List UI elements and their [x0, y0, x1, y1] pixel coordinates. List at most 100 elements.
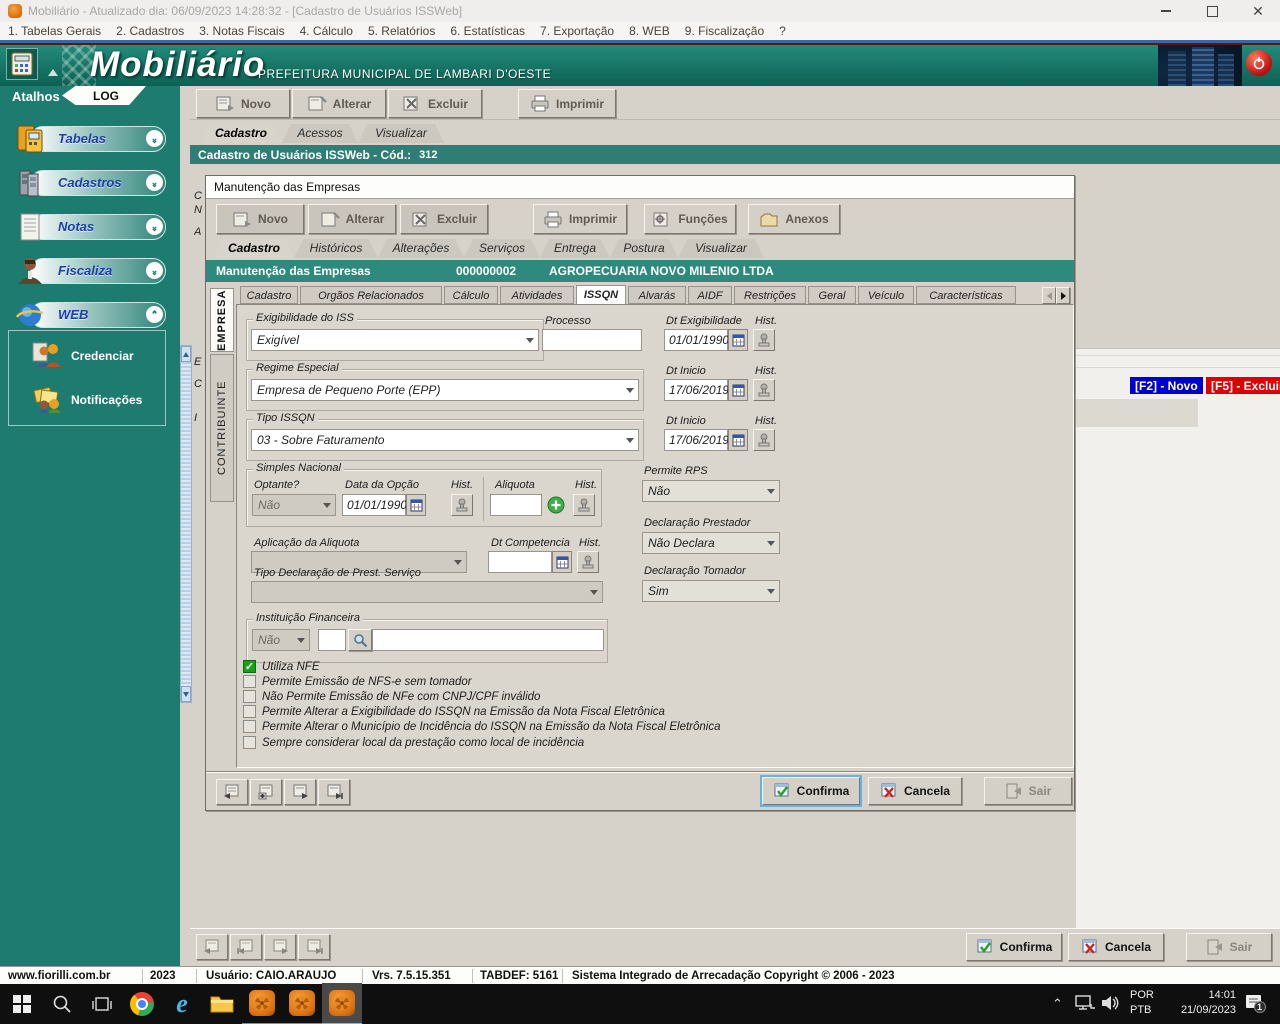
internet-explorer-icon[interactable]: e — [162, 984, 202, 1024]
dialog-tab-postura[interactable]: Postura — [610, 239, 678, 258]
task-view-icon[interactable] — [82, 984, 122, 1024]
outer-nav-first-button[interactable] — [196, 934, 228, 960]
chevron-down-icon[interactable]: ⌄ ⌄ — [146, 174, 163, 191]
optante-select[interactable]: Não — [252, 494, 336, 516]
background-vertical-scrollbar[interactable] — [180, 345, 192, 703]
sidebar-item-notas[interactable]: Notas ⌄ ⌄ — [0, 210, 180, 244]
exigibilidade-select[interactable]: Exigível — [251, 329, 539, 351]
page-tab-aidf[interactable]: AIDF — [688, 286, 732, 304]
nav-first-record-button[interactable] — [216, 779, 248, 805]
dialog-cancela-button[interactable]: Cancela — [868, 777, 962, 805]
dialog-sair-button[interactable]: Sair — [984, 777, 1072, 805]
inst-fin-select[interactable]: Não — [252, 629, 310, 651]
tipo-issqn-select[interactable]: 03 - Sobre Faturamento — [251, 429, 639, 451]
aliquota-input[interactable] — [490, 494, 542, 516]
dialog-tab-servicos[interactable]: Serviços — [464, 239, 540, 258]
maximize-button[interactable] — [1190, 1, 1234, 21]
page-tab-cadastro[interactable]: Cadastro — [240, 286, 298, 304]
close-button[interactable]: ✕ — [1236, 1, 1280, 21]
chrome-icon[interactable] — [122, 984, 162, 1024]
outer-tab-cadastro[interactable]: Cadastro — [200, 124, 282, 143]
checkbox-alterar-exigibilidade[interactable] — [243, 705, 256, 718]
menu-web[interactable]: 8. WEB — [629, 24, 670, 38]
chevron-down-icon[interactable]: ⌄ ⌄ — [146, 262, 163, 279]
outer-excluir-button[interactable]: Excluir — [388, 89, 482, 118]
dialog-title-bar[interactable]: Manutenção das Empresas — [206, 176, 1074, 199]
menu-exportacao[interactable]: 7. Exportação — [540, 24, 614, 38]
side-tab-contribuinte[interactable]: CONTRIBUINTE — [210, 354, 234, 502]
outer-tab-visualizar[interactable]: Visualizar — [358, 124, 444, 143]
decl-prestador-select[interactable]: Não Declara — [642, 532, 780, 554]
checkbox-alterar-municipio[interactable] — [243, 720, 256, 733]
page-tab-geral[interactable]: Geral — [808, 286, 856, 304]
power-button[interactable] — [1246, 50, 1272, 76]
dialog-imprimir-button[interactable]: Imprimir — [533, 204, 627, 234]
tray-chevron-up-icon[interactable]: ⌃ — [1052, 996, 1063, 1012]
sidebar-subitem-credenciar[interactable]: Credenciar — [9, 337, 165, 377]
sidebar-item-tabelas[interactable]: Tabelas ⌄ ⌄ — [0, 122, 180, 156]
scroll-up-arrow[interactable] — [181, 346, 191, 362]
outer-confirma-button[interactable]: Confirma — [966, 933, 1062, 961]
inst-fin-name-input[interactable] — [372, 629, 604, 651]
decl-tomador-select[interactable]: Sim — [642, 580, 780, 602]
nav-prev-record-button[interactable] — [250, 779, 282, 805]
outer-nav-last-button[interactable] — [298, 934, 330, 960]
network-icon[interactable] — [1074, 994, 1096, 1017]
outer-sair-button[interactable]: Sair — [1186, 933, 1272, 961]
permite-rps-select[interactable]: Não — [642, 480, 780, 502]
regime-select[interactable]: Empresa de Pequeno Porte (EPP) — [251, 379, 639, 401]
menu-tabelas-gerais[interactable]: 1. Tabelas Gerais — [8, 24, 101, 38]
history-stamp-icon[interactable] — [753, 329, 775, 351]
sidebar-item-web[interactable]: WEB ⌃ ⌃ — [0, 298, 180, 332]
dialog-tab-entrega[interactable]: Entrega — [540, 239, 610, 258]
history-stamp-icon[interactable] — [753, 379, 775, 401]
notification-center-icon[interactable]: 1 — [1244, 992, 1266, 1019]
scroll-down-arrow[interactable] — [181, 686, 191, 702]
tipo-issqn-dt-input[interactable]: 17/06/2019 — [664, 429, 729, 451]
volume-icon[interactable] — [1100, 994, 1122, 1017]
page-tab-alvaras[interactable]: Alvarás — [628, 286, 686, 304]
dialog-anexos-button[interactable]: Anexos — [748, 204, 840, 234]
nav-next-record-button[interactable] — [284, 779, 316, 805]
add-plus-icon[interactable] — [545, 494, 567, 516]
sidebar-item-cadastros[interactable]: Cadastros ⌄ ⌄ — [0, 166, 180, 200]
outer-nav-prev-button[interactable] — [230, 934, 262, 960]
file-explorer-icon[interactable] — [202, 984, 242, 1024]
page-tab-calculo[interactable]: Cálculo — [444, 286, 498, 304]
clock-indicator[interactable]: 14:01 21/09/2023 — [1166, 988, 1236, 1018]
nav-last-record-button[interactable] — [318, 779, 350, 805]
inst-fin-code-input[interactable] — [318, 629, 346, 651]
checkbox-nfe-cnpj-invalido[interactable] — [243, 690, 256, 703]
tab-scroll-right-arrow[interactable] — [1056, 287, 1070, 304]
menu-estatisticas[interactable]: 6. Estatísticas — [450, 24, 525, 38]
dialog-tab-historicos[interactable]: Históricos — [294, 239, 378, 258]
chevron-down-icon[interactable]: ⌄ ⌄ — [146, 218, 163, 235]
calendar-icon[interactable] — [552, 551, 572, 573]
calculator-icon[interactable] — [6, 48, 38, 80]
menu-relatorios[interactable]: 5. Relatórios — [368, 24, 435, 38]
dt-competencia-input[interactable] — [488, 551, 552, 573]
regime-dt-input[interactable]: 17/06/2019 — [664, 379, 729, 401]
history-stamp-icon[interactable] — [573, 494, 595, 516]
checkbox-utiliza-nfe[interactable]: ✓ — [243, 660, 256, 673]
page-tab-atividades[interactable]: Atividades — [500, 286, 574, 304]
side-tab-empresa[interactable]: EMPRESA — [210, 288, 234, 352]
chevron-down-icon[interactable]: ⌄ ⌄ — [146, 130, 163, 147]
header-arrow-icon[interactable] — [48, 69, 58, 76]
page-tab-issqn[interactable]: ISSQN — [576, 285, 626, 305]
fiorilli-app-icon-1[interactable] — [242, 983, 282, 1024]
dialog-tab-visualizar[interactable]: Visualizar — [678, 239, 764, 258]
tipo-decl-select[interactable] — [251, 581, 603, 603]
dialog-excluir-button[interactable]: Excluir — [400, 204, 488, 234]
chevron-up-icon[interactable]: ⌃ ⌃ — [146, 306, 163, 323]
outer-cancela-button[interactable]: Cancela — [1068, 933, 1164, 961]
sidebar-item-fiscaliza[interactable]: Fiscaliza ⌄ ⌄ — [0, 254, 180, 288]
search-icon[interactable] — [42, 984, 82, 1024]
status-site[interactable]: www.fiorilli.com.br — [8, 970, 110, 982]
history-stamp-icon[interactable] — [753, 429, 775, 451]
dialog-alterar-button[interactable]: Alterar — [308, 204, 396, 234]
processo-input[interactable] — [542, 329, 642, 351]
outer-nav-next-button[interactable] — [264, 934, 296, 960]
minimize-button[interactable] — [1144, 1, 1188, 21]
dialog-tab-cadastro[interactable]: Cadastro — [214, 239, 294, 258]
